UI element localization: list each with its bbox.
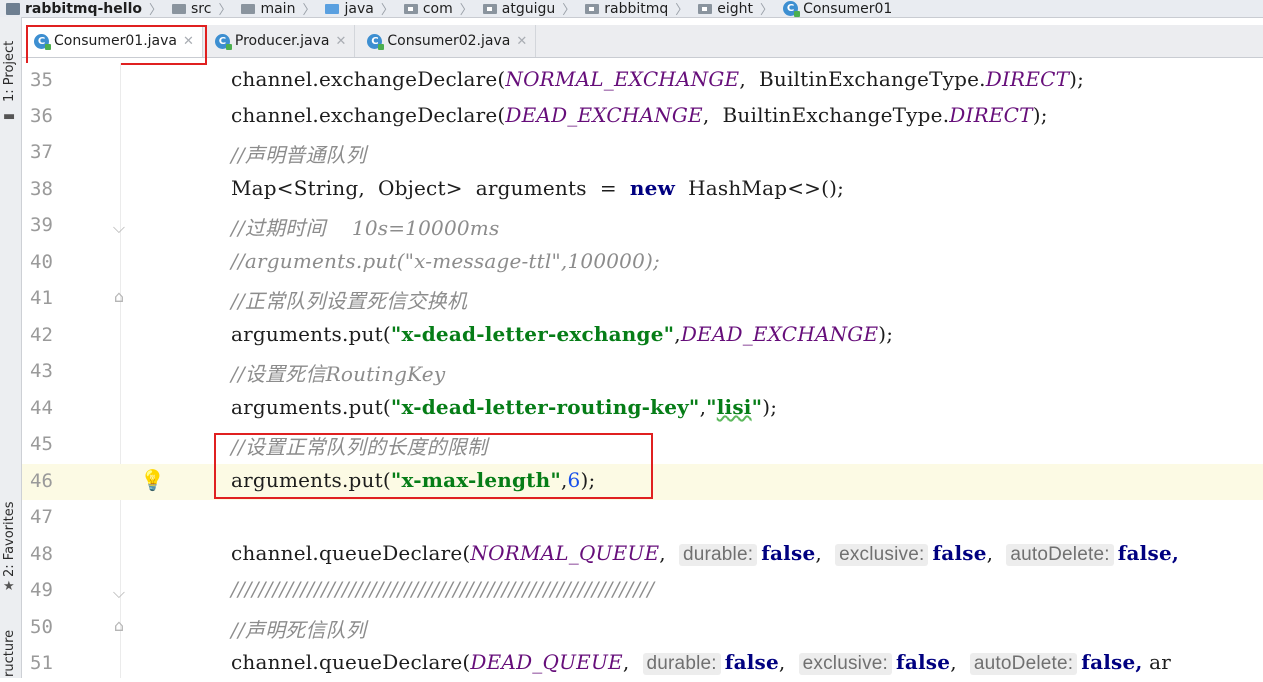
annotation-box-code bbox=[214, 433, 653, 499]
annotation-box-tab bbox=[26, 25, 207, 65]
tool-window-strip: ▬ 1: Project ★ 2: Favorites ructure bbox=[0, 17, 22, 678]
package-icon bbox=[403, 3, 418, 14]
package-icon bbox=[698, 3, 713, 14]
breadcrumb-atguigu[interactable]: atguigu 〉 bbox=[477, 0, 580, 17]
breadcrumb-rabbitmq[interactable]: rabbitmq 〉 bbox=[579, 0, 692, 17]
breadcrumb-project[interactable]: rabbitmq-hello 〉 bbox=[0, 0, 166, 17]
editor-tabs: C Consumer01.java ✕ C Producer.java ✕ C … bbox=[22, 25, 1263, 58]
code-line[interactable]: 40 //arguments.put("x-message-ttl",10000… bbox=[22, 245, 1263, 281]
tab-producer[interactable]: C Producer.java ✕ bbox=[203, 25, 356, 57]
param-hint: autoDelete: bbox=[1006, 544, 1114, 566]
breadcrumb-class[interactable]: C Consumer01 bbox=[777, 1, 896, 17]
param-hint: exclusive: bbox=[835, 544, 929, 566]
param-hint: autoDelete: bbox=[969, 653, 1078, 675]
code-line[interactable]: 39 ⌵ //过期时间 10s=10000ms bbox=[22, 208, 1263, 244]
code-line[interactable]: 37 //声明普通队列 bbox=[22, 135, 1263, 171]
tab-consumer02[interactable]: C Consumer02.java ✕ bbox=[355, 25, 537, 57]
code-editor[interactable]: 35 channel.exchangeDeclare(NORMAL_EXCHAN… bbox=[22, 63, 1263, 678]
code-line[interactable]: 38 Map<String, Object> arguments = new H… bbox=[22, 172, 1263, 208]
project-tool-button[interactable]: 1: Project bbox=[2, 41, 17, 102]
package-icon bbox=[482, 3, 497, 14]
param-hint: durable: bbox=[642, 653, 721, 675]
fold-end-icon[interactable]: ⌂ bbox=[110, 616, 128, 635]
breadcrumb-eight[interactable]: eight 〉 bbox=[692, 0, 777, 17]
code-line[interactable]: 44 arguments.put("x-dead-letter-routing-… bbox=[22, 391, 1263, 427]
fold-start-icon[interactable]: ⌵ bbox=[110, 218, 128, 237]
folder-icon: ▬ bbox=[3, 109, 16, 124]
param-hint: exclusive: bbox=[798, 653, 893, 675]
folder-icon bbox=[172, 3, 186, 14]
breadcrumb-src[interactable]: src 〉 bbox=[166, 0, 235, 17]
code-line[interactable]: 49 ⌵ ///////////////////////////////////… bbox=[22, 573, 1263, 609]
breadcrumb-com[interactable]: com 〉 bbox=[398, 0, 477, 17]
lightbulb-icon[interactable]: 💡 bbox=[140, 468, 165, 492]
fold-end-icon[interactable]: ⌂ bbox=[110, 287, 128, 306]
class-icon: C bbox=[783, 1, 801, 17]
package-icon bbox=[585, 3, 600, 14]
folder-icon bbox=[241, 3, 256, 14]
source-folder-icon bbox=[325, 3, 340, 14]
breadcrumb-java[interactable]: java 〉 bbox=[319, 0, 397, 17]
project-icon bbox=[6, 2, 20, 15]
code-line[interactable]: 47 bbox=[22, 500, 1263, 536]
code-line[interactable]: 48 channel.queueDeclare(NORMAL_QUEUE, du… bbox=[22, 537, 1263, 573]
code-line[interactable]: 36 channel.exchangeDeclare(DEAD_EXCHANGE… bbox=[22, 99, 1263, 135]
breadcrumb: rabbitmq-hello 〉 src 〉 main 〉 java 〉 com 〉 at… bbox=[0, 0, 1263, 18]
code-line[interactable]: 50 ⌂ //声明死信队列 bbox=[22, 610, 1263, 646]
code-line[interactable]: 43 //设置死信RoutingKey bbox=[22, 354, 1263, 390]
close-icon[interactable]: ✕ bbox=[516, 34, 527, 49]
breadcrumb-main[interactable]: main 〉 bbox=[235, 0, 319, 17]
fold-start-icon[interactable]: ⌵ bbox=[110, 583, 128, 602]
code-line[interactable]: 41 ⌂ //正常队列设置死信交换机 bbox=[22, 281, 1263, 317]
structure-tool-button[interactable]: ructure bbox=[2, 630, 17, 677]
class-icon: C bbox=[214, 33, 232, 50]
class-icon: C bbox=[367, 33, 385, 50]
code-line[interactable]: 51 channel.queueDeclare(DEAD_QUEUE, dura… bbox=[22, 646, 1263, 682]
star-icon: ★ bbox=[3, 579, 15, 594]
close-icon[interactable]: ✕ bbox=[335, 34, 346, 49]
param-hint: durable: bbox=[678, 544, 758, 566]
favorites-tool-button[interactable]: 2: Favorites bbox=[2, 501, 17, 577]
code-line[interactable]: 35 channel.exchangeDeclare(NORMAL_EXCHAN… bbox=[22, 63, 1263, 99]
code-line[interactable]: 42 arguments.put("x-dead-letter-exchange… bbox=[22, 318, 1263, 354]
